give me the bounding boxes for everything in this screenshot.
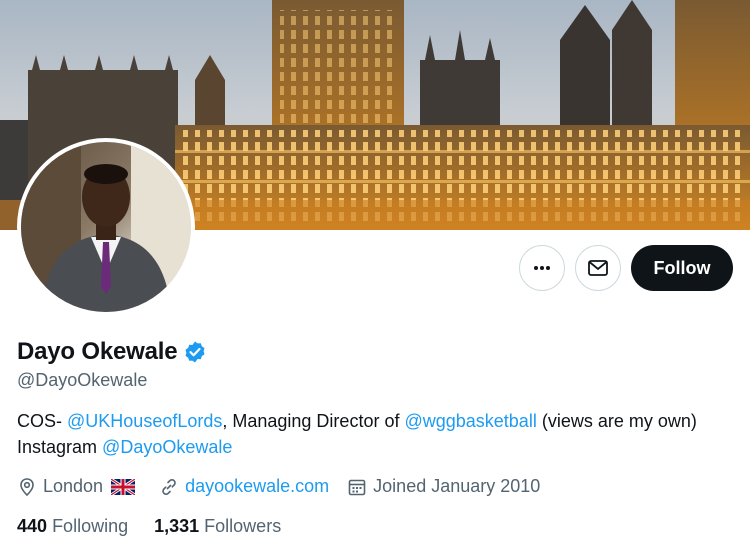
username: @DayoOkewale: [17, 370, 148, 390]
follow-button[interactable]: Follow: [631, 245, 733, 291]
display-name: Dayo Okewale: [17, 338, 178, 365]
verified-badge-icon[interactable]: [183, 340, 207, 364]
following-count: 440: [17, 516, 48, 536]
following-link[interactable]: 440 Following: [17, 516, 128, 536]
website: dayookewale.com: [159, 476, 329, 497]
mention-link[interactable]: @wggbasketball: [404, 411, 536, 431]
followers-link[interactable]: 1,331 Followers: [154, 516, 281, 536]
message-button[interactable]: [575, 245, 621, 291]
location: London: [17, 476, 141, 497]
location-pin-icon: [20, 477, 34, 496]
more-button[interactable]: [519, 245, 565, 291]
followers-label: Followers: [204, 516, 282, 536]
mail-icon: [588, 260, 608, 276]
join-date: Joined January 2010: [347, 476, 540, 497]
link-icon: [162, 478, 176, 495]
bio-text: Instagram: [17, 437, 103, 457]
more-icon: [534, 266, 550, 270]
bio-text: (views are my own): [536, 411, 697, 431]
profile-stats: 440 Following 1,331 Followers: [17, 516, 307, 536]
followers-count: 1,331: [154, 516, 200, 536]
bio: COS- @UKHouseofLords, Managing Director …: [17, 408, 737, 460]
profile-name-row: Dayo Okewale: [17, 338, 207, 366]
mention-link[interactable]: @DayoOkewale: [102, 437, 232, 457]
mention-link[interactable]: @UKHouseofLords: [67, 411, 222, 431]
profile-meta: London dayookewale.com Joined January 20…: [17, 476, 558, 497]
bio-text: , Managing Director of: [222, 411, 405, 431]
location-text: London: [43, 476, 104, 496]
calendar-icon: [348, 479, 366, 495]
following-label: Following: [52, 516, 129, 536]
bio-text: COS-: [17, 411, 68, 431]
avatar[interactable]: [17, 138, 195, 316]
uk-flag-icon: [111, 478, 136, 495]
website-link[interactable]: dayookewale.com: [185, 476, 329, 497]
joined-text: Joined January 2010: [373, 476, 541, 496]
avatar-photo: [21, 142, 191, 312]
